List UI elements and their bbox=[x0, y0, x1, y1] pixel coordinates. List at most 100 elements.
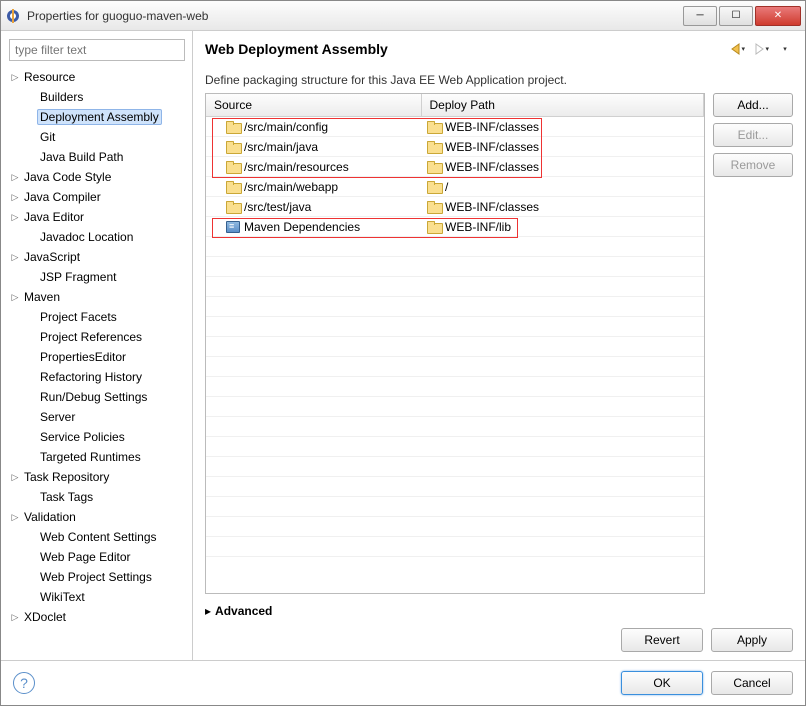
sidebar-item-builders[interactable]: Builders bbox=[5, 87, 188, 107]
sidebar-item-targeted-runtimes[interactable]: Targeted Runtimes bbox=[5, 447, 188, 467]
table-row[interactable]: /src/test/java WEB-INF/classes bbox=[206, 197, 704, 217]
sidebar-item-propertieseditor[interactable]: PropertiesEditor bbox=[5, 347, 188, 367]
sidebar-item-label: Project References bbox=[37, 329, 145, 345]
chevron-right-icon: ▷ bbox=[9, 172, 21, 183]
sidebar-item-web-content-settings[interactable]: Web Content Settings bbox=[5, 527, 188, 547]
sidebar-item-java-compiler[interactable]: ▷Java Compiler bbox=[5, 187, 188, 207]
folder-icon bbox=[226, 161, 240, 172]
help-icon[interactable]: ? bbox=[13, 672, 35, 694]
table-row[interactable]: /src/main/javaWEB-INF/classes bbox=[206, 137, 704, 157]
sidebar-item-label: Deployment Assembly bbox=[37, 109, 162, 125]
property-tree: ▷ResourceBuildersDeployment AssemblyGitJ… bbox=[5, 67, 188, 652]
sidebar-item-label: Refactoring History bbox=[37, 369, 145, 385]
sidebar: ▷ResourceBuildersDeployment AssemblyGitJ… bbox=[1, 31, 193, 660]
sidebar-item-label: JSP Fragment bbox=[37, 269, 119, 285]
sidebar-item-task-tags[interactable]: Task Tags bbox=[5, 487, 188, 507]
sidebar-item-xdoclet[interactable]: ▷XDoclet bbox=[5, 607, 188, 627]
jar-icon bbox=[226, 221, 240, 233]
advanced-toggle[interactable]: ▸ Advanced bbox=[205, 604, 793, 618]
table-row[interactable]: /src/main/resourcesWEB-INF/classes bbox=[206, 157, 704, 177]
sidebar-item-label: Task Repository bbox=[21, 469, 112, 485]
sidebar-item-label: Server bbox=[37, 409, 78, 425]
minimize-button[interactable]: ─ bbox=[683, 6, 717, 26]
folder-icon bbox=[226, 141, 240, 152]
sidebar-item-wikitext[interactable]: WikiText bbox=[5, 587, 188, 607]
deploy-path: WEB-INF/classes bbox=[445, 120, 539, 134]
chevron-right-icon: ▷ bbox=[9, 212, 21, 223]
cancel-button[interactable]: Cancel bbox=[711, 671, 793, 695]
sidebar-item-label: Java Code Style bbox=[21, 169, 114, 185]
sidebar-item-java-build-path[interactable]: Java Build Path bbox=[5, 147, 188, 167]
page-description: Define packaging structure for this Java… bbox=[205, 73, 793, 87]
apply-button[interactable]: Apply bbox=[711, 628, 793, 652]
source-path: /src/main/webapp bbox=[244, 180, 338, 194]
chevron-right-icon: ▷ bbox=[9, 612, 21, 623]
table-row[interactable]: /src/main/webapp/ bbox=[206, 177, 704, 197]
nav-back-icon[interactable]: ▾ bbox=[729, 41, 745, 57]
sidebar-item-label: Java Compiler bbox=[21, 189, 104, 205]
window-title: Properties for guoguo-maven-web bbox=[27, 9, 681, 23]
add-button[interactable]: Add... bbox=[713, 93, 793, 117]
sidebar-item-validation[interactable]: ▷Validation bbox=[5, 507, 188, 527]
col-deploy[interactable]: Deploy Path bbox=[421, 94, 704, 117]
sidebar-item-label: Project Facets bbox=[37, 309, 120, 325]
sidebar-item-label: Task Tags bbox=[37, 489, 96, 505]
sidebar-item-task-repository[interactable]: ▷Task Repository bbox=[5, 467, 188, 487]
app-icon bbox=[5, 8, 21, 24]
folder-icon bbox=[427, 221, 441, 232]
chevron-right-icon: ▸ bbox=[205, 604, 211, 618]
folder-icon bbox=[427, 121, 441, 132]
table-row[interactable]: Maven DependenciesWEB-INF/lib bbox=[206, 217, 704, 237]
bottom-bar: ? OK Cancel bbox=[1, 660, 805, 705]
sidebar-item-label: Service Policies bbox=[37, 429, 128, 445]
sidebar-item-git[interactable]: Git bbox=[5, 127, 188, 147]
sidebar-item-server[interactable]: Server bbox=[5, 407, 188, 427]
page-title: Web Deployment Assembly bbox=[205, 41, 729, 57]
source-path: /src/test/java bbox=[244, 200, 311, 214]
sidebar-item-web-project-settings[interactable]: Web Project Settings bbox=[5, 567, 188, 587]
sidebar-item-resource[interactable]: ▷Resource bbox=[5, 67, 188, 87]
table-row[interactable]: /src/main/configWEB-INF/classes bbox=[206, 117, 704, 137]
properties-dialog: Properties for guoguo-maven-web ─ ☐ ✕ ▷R… bbox=[0, 0, 806, 706]
sidebar-item-label: Java Build Path bbox=[37, 149, 126, 165]
maximize-button[interactable]: ☐ bbox=[719, 6, 753, 26]
chevron-right-icon: ▷ bbox=[9, 292, 21, 303]
sidebar-item-label: Run/Debug Settings bbox=[37, 389, 150, 405]
edit-button[interactable]: Edit... bbox=[713, 123, 793, 147]
folder-icon bbox=[427, 201, 441, 212]
sidebar-item-jsp-fragment[interactable]: JSP Fragment bbox=[5, 267, 188, 287]
chevron-right-icon: ▷ bbox=[9, 472, 21, 483]
sidebar-item-maven[interactable]: ▷Maven bbox=[5, 287, 188, 307]
ok-button[interactable]: OK bbox=[621, 671, 703, 695]
sidebar-item-javascript[interactable]: ▷JavaScript bbox=[5, 247, 188, 267]
col-source[interactable]: Source bbox=[206, 94, 421, 117]
remove-button[interactable]: Remove bbox=[713, 153, 793, 177]
chevron-right-icon: ▷ bbox=[9, 192, 21, 203]
titlebar[interactable]: Properties for guoguo-maven-web ─ ☐ ✕ bbox=[1, 1, 805, 31]
folder-icon bbox=[427, 181, 441, 192]
sidebar-item-label: JavaScript bbox=[21, 249, 83, 265]
nav-forward-icon[interactable]: ▾ bbox=[753, 41, 769, 57]
assembly-table[interactable]: Source Deploy Path /src/main/configWEB-I… bbox=[205, 93, 705, 594]
deploy-path: WEB-INF/classes bbox=[445, 200, 539, 214]
sidebar-item-java-code-style[interactable]: ▷Java Code Style bbox=[5, 167, 188, 187]
sidebar-item-deployment-assembly[interactable]: Deployment Assembly bbox=[5, 107, 188, 127]
sidebar-item-label: WikiText bbox=[37, 589, 88, 605]
sidebar-item-java-editor[interactable]: ▷Java Editor bbox=[5, 207, 188, 227]
folder-icon bbox=[427, 141, 441, 152]
sidebar-item-run-debug-settings[interactable]: Run/Debug Settings bbox=[5, 387, 188, 407]
sidebar-item-project-references[interactable]: Project References bbox=[5, 327, 188, 347]
sidebar-item-refactoring-history[interactable]: Refactoring History bbox=[5, 367, 188, 387]
deploy-path: WEB-INF/classes bbox=[445, 140, 539, 154]
revert-button[interactable]: Revert bbox=[621, 628, 703, 652]
filter-input[interactable] bbox=[9, 39, 185, 61]
chevron-right-icon: ▷ bbox=[9, 252, 21, 263]
nav-menu-icon[interactable]: ▾ bbox=[777, 41, 793, 57]
close-button[interactable]: ✕ bbox=[755, 6, 801, 26]
sidebar-item-service-policies[interactable]: Service Policies bbox=[5, 427, 188, 447]
sidebar-item-project-facets[interactable]: Project Facets bbox=[5, 307, 188, 327]
sidebar-item-web-page-editor[interactable]: Web Page Editor bbox=[5, 547, 188, 567]
sidebar-item-label: Resource bbox=[21, 69, 78, 85]
sidebar-item-javadoc-location[interactable]: Javadoc Location bbox=[5, 227, 188, 247]
sidebar-item-label: Web Page Editor bbox=[37, 549, 134, 565]
